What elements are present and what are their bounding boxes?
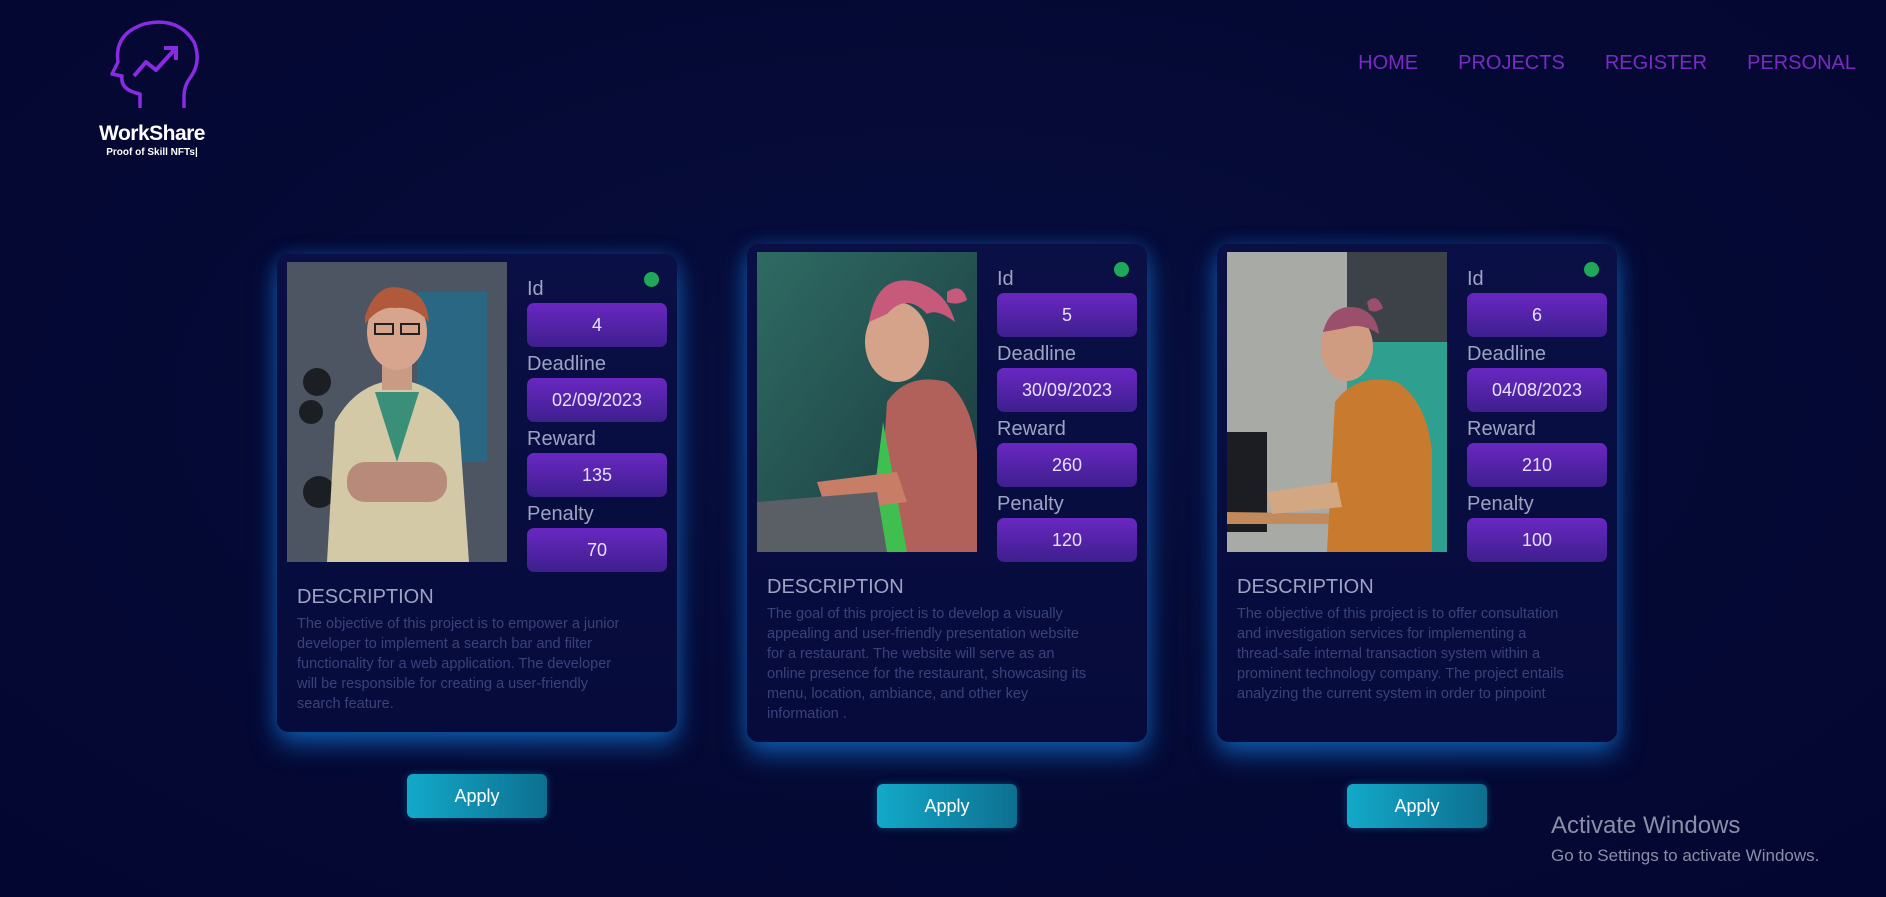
id-label: Id (527, 278, 544, 300)
penalty-label: Penalty (1467, 493, 1534, 515)
description-title: DESCRIPTION (767, 576, 904, 598)
head-growth-icon (110, 20, 199, 108)
description-text: The goal of this project is to develop a… (767, 606, 1087, 722)
deadline-label: Deadline (997, 343, 1076, 365)
nav-personal[interactable]: PERSONAL (1747, 52, 1856, 75)
apply-button[interactable]: Apply (407, 774, 547, 818)
nav-register[interactable]: REGISTER (1605, 52, 1707, 75)
project-fields: Id 6 Deadline 04/08/2023 Reward 210 Pena… (1467, 266, 1607, 566)
project-image (757, 252, 977, 552)
nav-home[interactable]: HOME (1358, 52, 1418, 75)
description-text: The objective of this project is to empo… (297, 616, 620, 712)
reward-label: Reward (1467, 418, 1536, 440)
reward-value: 135 (527, 453, 667, 497)
deadline-value: 04/08/2023 (1467, 368, 1607, 412)
id-label: Id (997, 268, 1014, 290)
brand-name: WorkShare (99, 122, 206, 145)
description-title: DESCRIPTION (297, 586, 434, 608)
deadline-label: Deadline (1467, 343, 1546, 365)
project-card: Id 5 Deadline 30/09/2023 Reward 260 Pena… (747, 244, 1147, 742)
project-fields: Id 5 Deadline 30/09/2023 Reward 260 Pena… (997, 266, 1137, 566)
penalty-value: 120 (997, 518, 1137, 562)
project-description: DESCRIPTION The objective of this projec… (297, 586, 627, 714)
penalty-label: Penalty (997, 493, 1064, 515)
project-card: Id 4 Deadline 02/09/2023 Reward 135 Pena… (277, 254, 677, 732)
penalty-label: Penalty (527, 503, 594, 525)
reward-value: 260 (997, 443, 1137, 487)
deadline-value: 02/09/2023 (527, 378, 667, 422)
project-description: DESCRIPTION The goal of this project is … (767, 576, 1097, 724)
main-nav: HOME PROJECTS REGISTER PERSONAL (1358, 52, 1856, 75)
project-fields: Id 4 Deadline 02/09/2023 Reward 135 Pena… (527, 276, 667, 576)
windows-activation-watermark: Activate Windows Go to Settings to activ… (1551, 812, 1819, 866)
apply-button[interactable]: Apply (877, 784, 1017, 828)
deadline-label: Deadline (527, 353, 606, 375)
project-description: DESCRIPTION The objective of this projec… (1237, 576, 1567, 704)
penalty-value: 100 (1467, 518, 1607, 562)
apply-button[interactable]: Apply (1347, 784, 1487, 828)
watermark-subtitle: Go to Settings to activate Windows. (1551, 846, 1820, 865)
reward-label: Reward (527, 428, 596, 450)
reward-label: Reward (997, 418, 1066, 440)
project-image (287, 262, 507, 562)
brand-tagline: Proof of Skill NFTs| (106, 147, 198, 158)
id-value: 5 (997, 293, 1137, 337)
project-image (1227, 252, 1447, 552)
id-value: 6 (1467, 293, 1607, 337)
id-value: 4 (527, 303, 667, 347)
watermark-title: Activate Windows (1551, 812, 1741, 839)
project-card: Id 6 Deadline 04/08/2023 Reward 210 Pena… (1217, 244, 1617, 742)
description-text: The objective of this project is to offe… (1237, 606, 1564, 702)
brand-logo[interactable]: WorkShare Proof of Skill NFTs| (92, 16, 212, 158)
nav-projects[interactable]: PROJECTS (1458, 52, 1565, 75)
id-label: Id (1467, 268, 1484, 290)
deadline-value: 30/09/2023 (997, 368, 1137, 412)
penalty-value: 70 (527, 528, 667, 572)
description-title: DESCRIPTION (1237, 576, 1374, 598)
reward-value: 210 (1467, 443, 1607, 487)
